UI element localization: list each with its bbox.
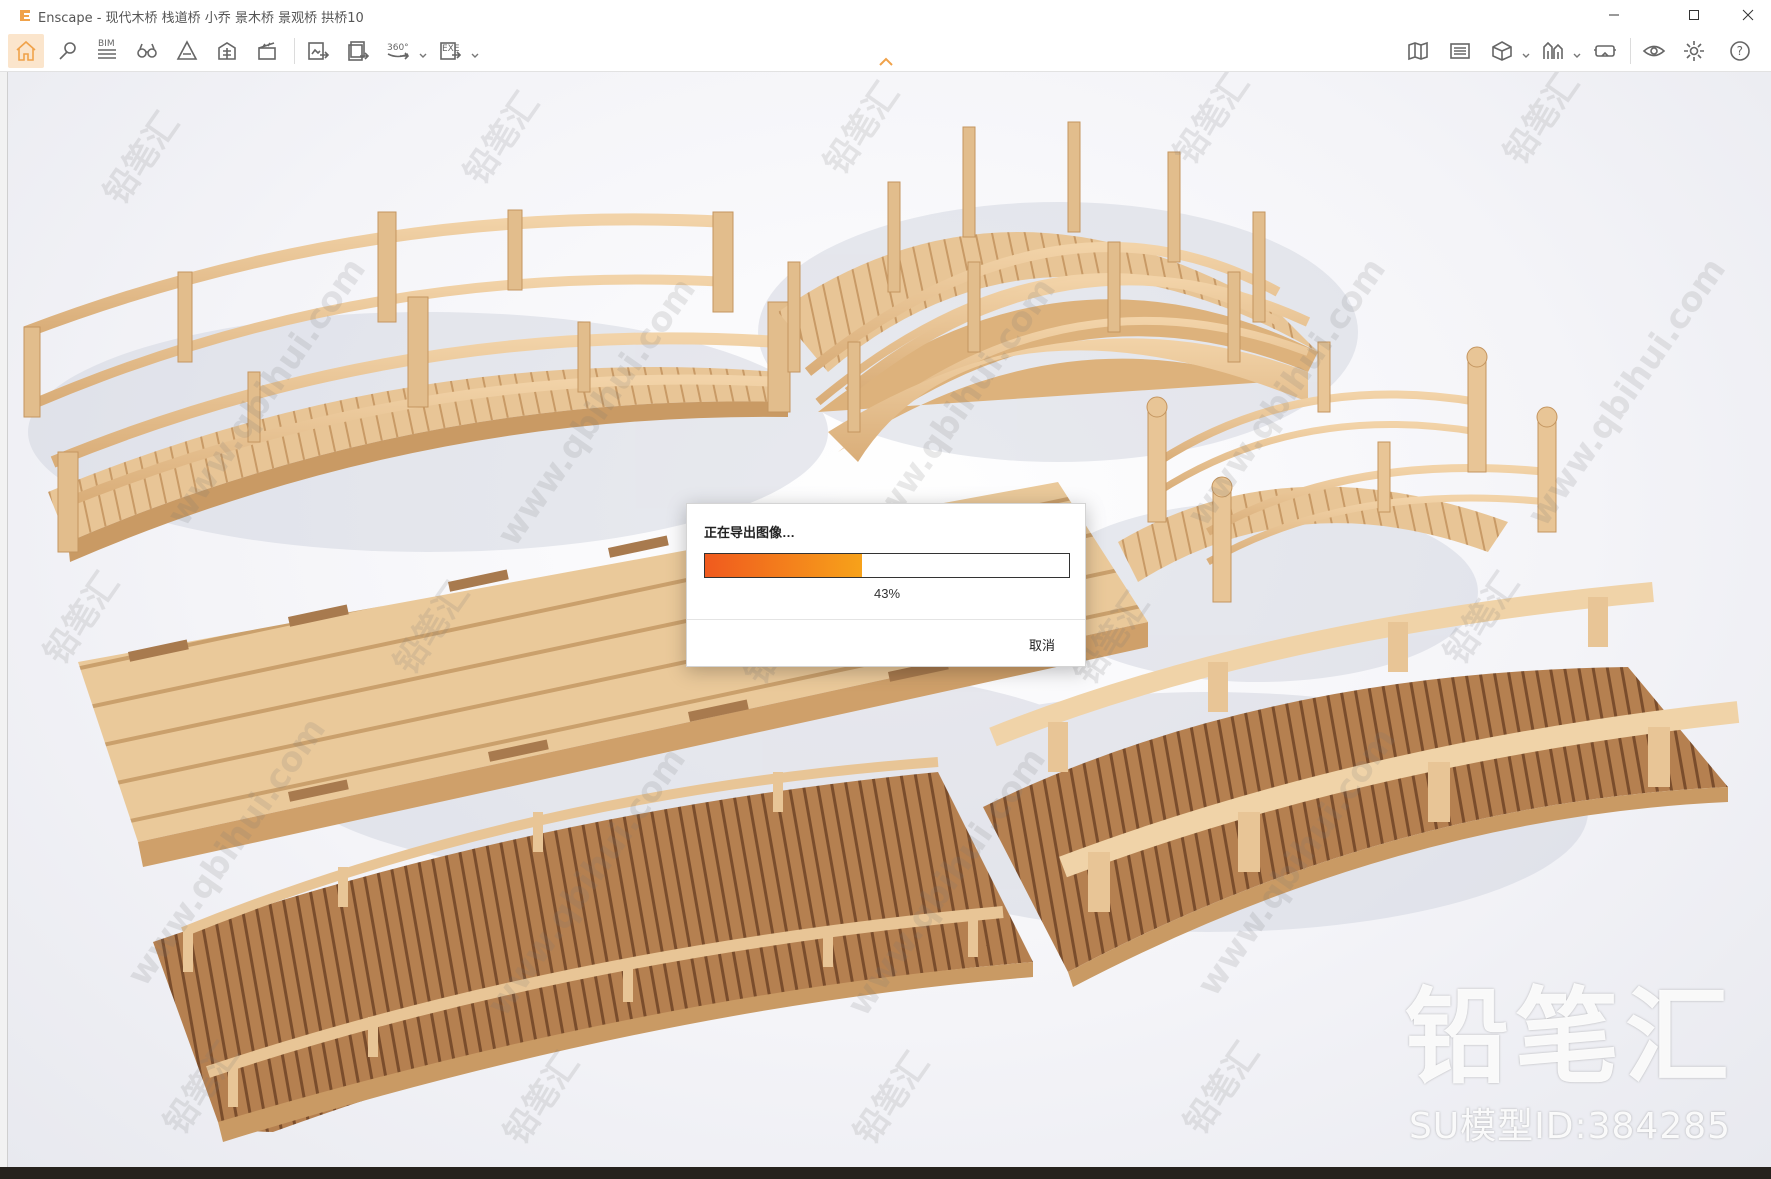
map-icon [1408, 41, 1428, 61]
material-editor-icon [1450, 43, 1470, 59]
minimize-icon [1609, 14, 1619, 16]
batch-render-button[interactable] [340, 34, 376, 68]
title-bar: Enscape - 现代木桥 栈道桥 小乔 景木桥 景观桥 拱桥10 [0, 0, 1771, 30]
enscape-logo-icon [20, 10, 30, 21]
video-editor-button[interactable] [249, 34, 285, 68]
minimize-button[interactable] [1591, 0, 1637, 30]
gear-icon [1684, 41, 1704, 61]
location-pin-icon [59, 42, 76, 60]
help-button[interactable]: ? [1722, 34, 1758, 68]
maximize-icon [1689, 10, 1699, 20]
panorama-dropdown[interactable] [418, 46, 428, 58]
export-dropdown[interactable] [470, 46, 480, 58]
progress-percentage: 43% [873, 586, 901, 601]
cancel-button[interactable]: 取消 [1029, 635, 1055, 654]
ruler-icon [176, 40, 198, 60]
exe-export-button[interactable]: EXE [432, 34, 468, 68]
window-title: Enscape - 现代木桥 栈道桥 小乔 景木桥 景观桥 拱桥10 [38, 11, 364, 26]
maximize-button[interactable] [1671, 0, 1717, 30]
close-icon [1742, 9, 1754, 21]
chevron-down-icon [471, 53, 479, 58]
views-button[interactable] [129, 34, 165, 68]
enscape-window: Enscape - 现代木桥 栈道桥 小乔 景木桥 景观桥 拱桥10 BIM 3… [0, 0, 1771, 1179]
asset-library-icon [218, 42, 236, 60]
vr-headset-icon [1594, 45, 1616, 57]
visual-settings-dropdown[interactable] [1572, 46, 1582, 58]
brand-watermark: 铅笔汇 SU模型ID:384285 [1405, 985, 1735, 1149]
cube-view-icon [1492, 41, 1512, 61]
toolbar-separator [1630, 38, 1631, 64]
export-progress-bar [704, 553, 1070, 578]
model-id-label: SU模型ID:384285 [1408, 1106, 1732, 1147]
eye-icon [1642, 45, 1666, 57]
measure-button[interactable] [169, 34, 205, 68]
cube-view-dropdown[interactable] [1521, 46, 1531, 58]
exe-export-icon: EXE [440, 42, 462, 60]
home-icon [16, 40, 36, 61]
export-progress-dialog: 正在导出图像… 43% 取消 [686, 503, 1086, 667]
dialog-title: 正在导出图像… [704, 525, 796, 540]
svg-text:360°: 360° [387, 43, 409, 53]
visibility-button[interactable] [1636, 34, 1672, 68]
visual-settings-icon [1543, 41, 1563, 59]
collapse-toolbar-arrow[interactable] [877, 56, 895, 68]
panorama-button[interactable]: 360° [380, 34, 416, 68]
progress-fill [705, 554, 862, 577]
visual-settings-button[interactable] [1535, 34, 1571, 68]
dialog-divider [687, 619, 1085, 620]
svg-text:BIM: BIM [98, 39, 115, 49]
help-icon: ? [1730, 41, 1750, 61]
vr-button[interactable] [1587, 34, 1623, 68]
cube-view-button[interactable] [1484, 34, 1520, 68]
binoculars-icon [137, 43, 157, 58]
material-editor-button[interactable] [1442, 34, 1478, 68]
bim-button[interactable]: BIM [89, 34, 125, 68]
bim-icon: BIM [98, 39, 116, 59]
svg-text:?: ? [1737, 44, 1743, 58]
batch-export-icon [348, 41, 370, 61]
screenshot-button[interactable] [300, 34, 336, 68]
left-window-edge [0, 72, 8, 1167]
chevron-down-icon [1522, 53, 1530, 58]
map-button[interactable] [1400, 34, 1436, 68]
video-editor-icon [258, 42, 276, 60]
toolbar-separator [294, 38, 295, 64]
screenshot-export-icon [308, 42, 330, 60]
settings-button[interactable] [1676, 34, 1712, 68]
close-button[interactable] [1725, 0, 1771, 30]
home-button[interactable] [8, 34, 44, 68]
brand-name: 铅笔汇 [1404, 976, 1735, 1098]
chevron-down-icon [1573, 53, 1581, 58]
panorama-360-icon: 360° [387, 43, 410, 60]
location-button[interactable] [50, 34, 86, 68]
chevron-down-icon [419, 53, 427, 58]
taskbar-strip [0, 1167, 1771, 1179]
asset-library-button[interactable] [209, 34, 245, 68]
